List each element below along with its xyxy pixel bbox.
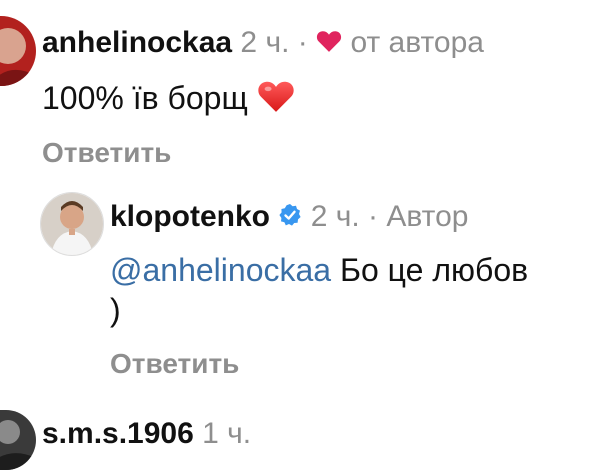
reply-username[interactable]: klopotenko xyxy=(110,200,270,233)
author-role-label: Автор xyxy=(386,200,469,233)
comment-username[interactable]: anhelinockaa xyxy=(42,26,232,59)
liked-by-author-label: от автора xyxy=(350,26,484,59)
comment-time: 2 ч. xyxy=(240,26,290,59)
reply-body: Бо це любов xyxy=(331,252,529,288)
reply-text: @anhelinockaa Бо це любов ) xyxy=(110,250,600,330)
separator-dot: · xyxy=(297,26,308,59)
avatar-klopotenko[interactable] xyxy=(40,192,104,256)
avatar-anhelinockaa[interactable] xyxy=(0,16,36,86)
mention-link[interactable]: @anhelinockaa xyxy=(110,252,331,288)
reply-header: klopotenko 2 ч. · Автор xyxy=(110,200,468,235)
reply-button[interactable]: Ответить xyxy=(110,348,239,380)
reply-text-line-1: @anhelinockaa Бо це любов xyxy=(110,250,600,290)
reply-time: 2 ч. xyxy=(310,200,360,233)
reply-button[interactable]: Ответить xyxy=(42,137,171,169)
verified-badge-icon xyxy=(278,201,302,235)
comment-header: anhelinockaa 2 ч. · от автора xyxy=(42,26,484,61)
comment-body: 100% їв борщ xyxy=(42,80,248,116)
reply-text-line-2: ) xyxy=(110,292,121,328)
comment-text: 100% їв борщ xyxy=(42,78,295,123)
next-comment-username[interactable]: s.m.s.1906 xyxy=(42,417,194,450)
red-heart-emoji xyxy=(257,78,295,123)
heart-icon xyxy=(316,27,342,61)
next-comment-time: 1 ч. xyxy=(202,417,252,450)
avatar-s-m-s-1906[interactable] xyxy=(0,410,36,470)
separator-dot: · xyxy=(368,200,379,233)
next-comment-header: s.m.s.1906 1 ч. xyxy=(42,417,251,451)
